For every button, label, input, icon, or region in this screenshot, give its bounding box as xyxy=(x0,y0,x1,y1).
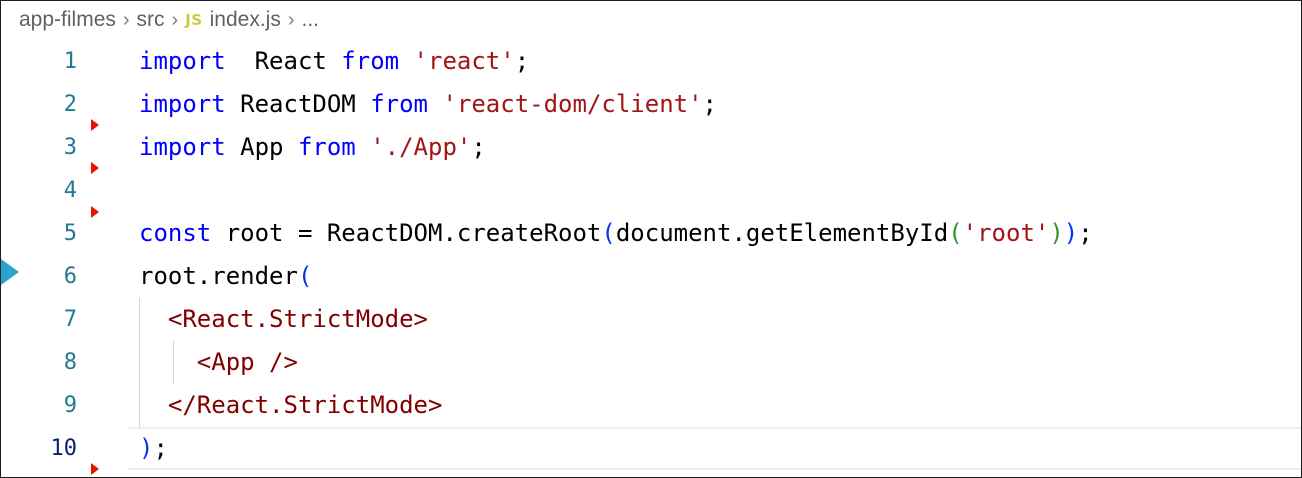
breadcrumb-file[interactable]: index.js xyxy=(210,8,281,32)
code-text[interactable]: import ReactDOM from 'react-dom/client'; xyxy=(139,83,717,126)
javascript-file-icon: JS xyxy=(185,11,203,29)
breadcrumb-subfolder[interactable]: src xyxy=(137,8,165,32)
code-token: ( xyxy=(601,219,616,247)
code-token: 'react-dom/client' xyxy=(428,90,703,118)
chevron-right-icon: › xyxy=(287,8,295,31)
code-token: ; xyxy=(1078,219,1093,247)
line-number[interactable]: 5 xyxy=(64,212,77,255)
chevron-right-icon: › xyxy=(171,8,179,31)
code-line[interactable]: 5 const root = ReactDOM.createRoot(docume… xyxy=(1,212,1301,255)
code-token: ) xyxy=(1049,219,1064,247)
change-marker-icon[interactable] xyxy=(91,119,99,131)
code-text[interactable]: import React from 'react'; xyxy=(139,40,529,83)
code-text[interactable]: const root = ReactDOM.createRoot(documen… xyxy=(139,212,1093,255)
code-line[interactable]: 7 <React.StrictMode> xyxy=(1,298,1301,341)
code-text[interactable]: <React.StrictMode> xyxy=(139,298,428,341)
code-line[interactable]: 9 </React.StrictMode> xyxy=(1,384,1301,427)
change-marker-icon[interactable] xyxy=(91,463,99,475)
code-token: from xyxy=(370,90,428,118)
code-token: <React.StrictMode> xyxy=(167,305,428,333)
code-token: from xyxy=(297,133,356,161)
code-token: ; xyxy=(153,434,168,462)
line-number[interactable]: 7 xyxy=(64,298,77,341)
code-line[interactable]: 1 import React from 'react'; xyxy=(1,40,1301,83)
code-line[interactable]: 8 <App /> xyxy=(1,341,1301,384)
editor-window: app-filmes › src › JS index.js › ... 1 im… xyxy=(0,0,1302,478)
code-token: import xyxy=(139,47,226,75)
code-token: root = ReactDOM.createRoot xyxy=(211,219,602,247)
line-number[interactable]: 6 xyxy=(64,255,77,298)
chevron-right-icon: › xyxy=(122,8,130,31)
code-text[interactable]: ); xyxy=(139,427,168,470)
code-token: App xyxy=(225,133,298,161)
debug-arrow-icon[interactable] xyxy=(1,259,19,285)
line-number[interactable]: 9 xyxy=(64,384,77,427)
code-token: import xyxy=(139,133,226,161)
code-token: ) xyxy=(139,434,154,462)
code-line[interactable]: 2 import ReactDOM from 'react-dom/client'… xyxy=(1,83,1301,126)
change-marker-icon[interactable] xyxy=(91,162,99,174)
breadcrumb: app-filmes › src › JS index.js › ... xyxy=(19,5,319,35)
code-token: ; xyxy=(514,47,530,75)
code-token: ; xyxy=(471,133,486,161)
code-line[interactable]: 6 root.render( xyxy=(1,255,1301,298)
line-number[interactable]: 10 xyxy=(51,427,78,470)
code-editor[interactable]: 1 import React from 'react'; 2 import React… xyxy=(1,40,1301,477)
breadcrumb-folder[interactable]: app-filmes xyxy=(19,8,116,32)
change-marker-icon[interactable] xyxy=(91,206,99,218)
code-line[interactable]: 4 xyxy=(1,169,1301,212)
code-text[interactable]: </React.StrictMode> xyxy=(139,384,443,427)
code-token: ) xyxy=(1063,219,1079,247)
line-number[interactable]: 2 xyxy=(64,83,77,126)
code-token: <App /> xyxy=(196,348,298,376)
code-token: from xyxy=(341,47,400,75)
code-token: 'root' xyxy=(962,219,1050,247)
line-number[interactable]: 8 xyxy=(64,341,77,384)
line-number[interactable]: 1 xyxy=(64,40,77,83)
code-token: const xyxy=(139,219,212,247)
code-token: ( xyxy=(948,219,963,247)
code-token: 'react' xyxy=(399,47,515,75)
code-token: import xyxy=(139,90,226,118)
code-token: ( xyxy=(297,262,313,290)
code-token: root.render xyxy=(139,262,298,290)
code-token: </React.StrictMode> xyxy=(167,391,443,419)
breadcrumb-more[interactable]: ... xyxy=(301,8,319,32)
code-line[interactable]: 10); xyxy=(1,427,1301,470)
line-number[interactable]: 4 xyxy=(64,169,77,212)
code-line[interactable]: 3 import App from './App'; xyxy=(1,126,1301,169)
code-token: './App' xyxy=(355,133,472,161)
code-text[interactable]: <App /> xyxy=(139,341,298,384)
code-text[interactable]: import App from './App'; xyxy=(139,126,486,169)
code-token: React xyxy=(225,47,342,75)
code-text[interactable]: root.render( xyxy=(139,255,312,298)
code-token: ; xyxy=(702,90,717,118)
line-number[interactable]: 3 xyxy=(64,126,77,169)
code-token: document.getElementById xyxy=(615,219,949,247)
code-token: ReactDOM xyxy=(225,90,371,118)
